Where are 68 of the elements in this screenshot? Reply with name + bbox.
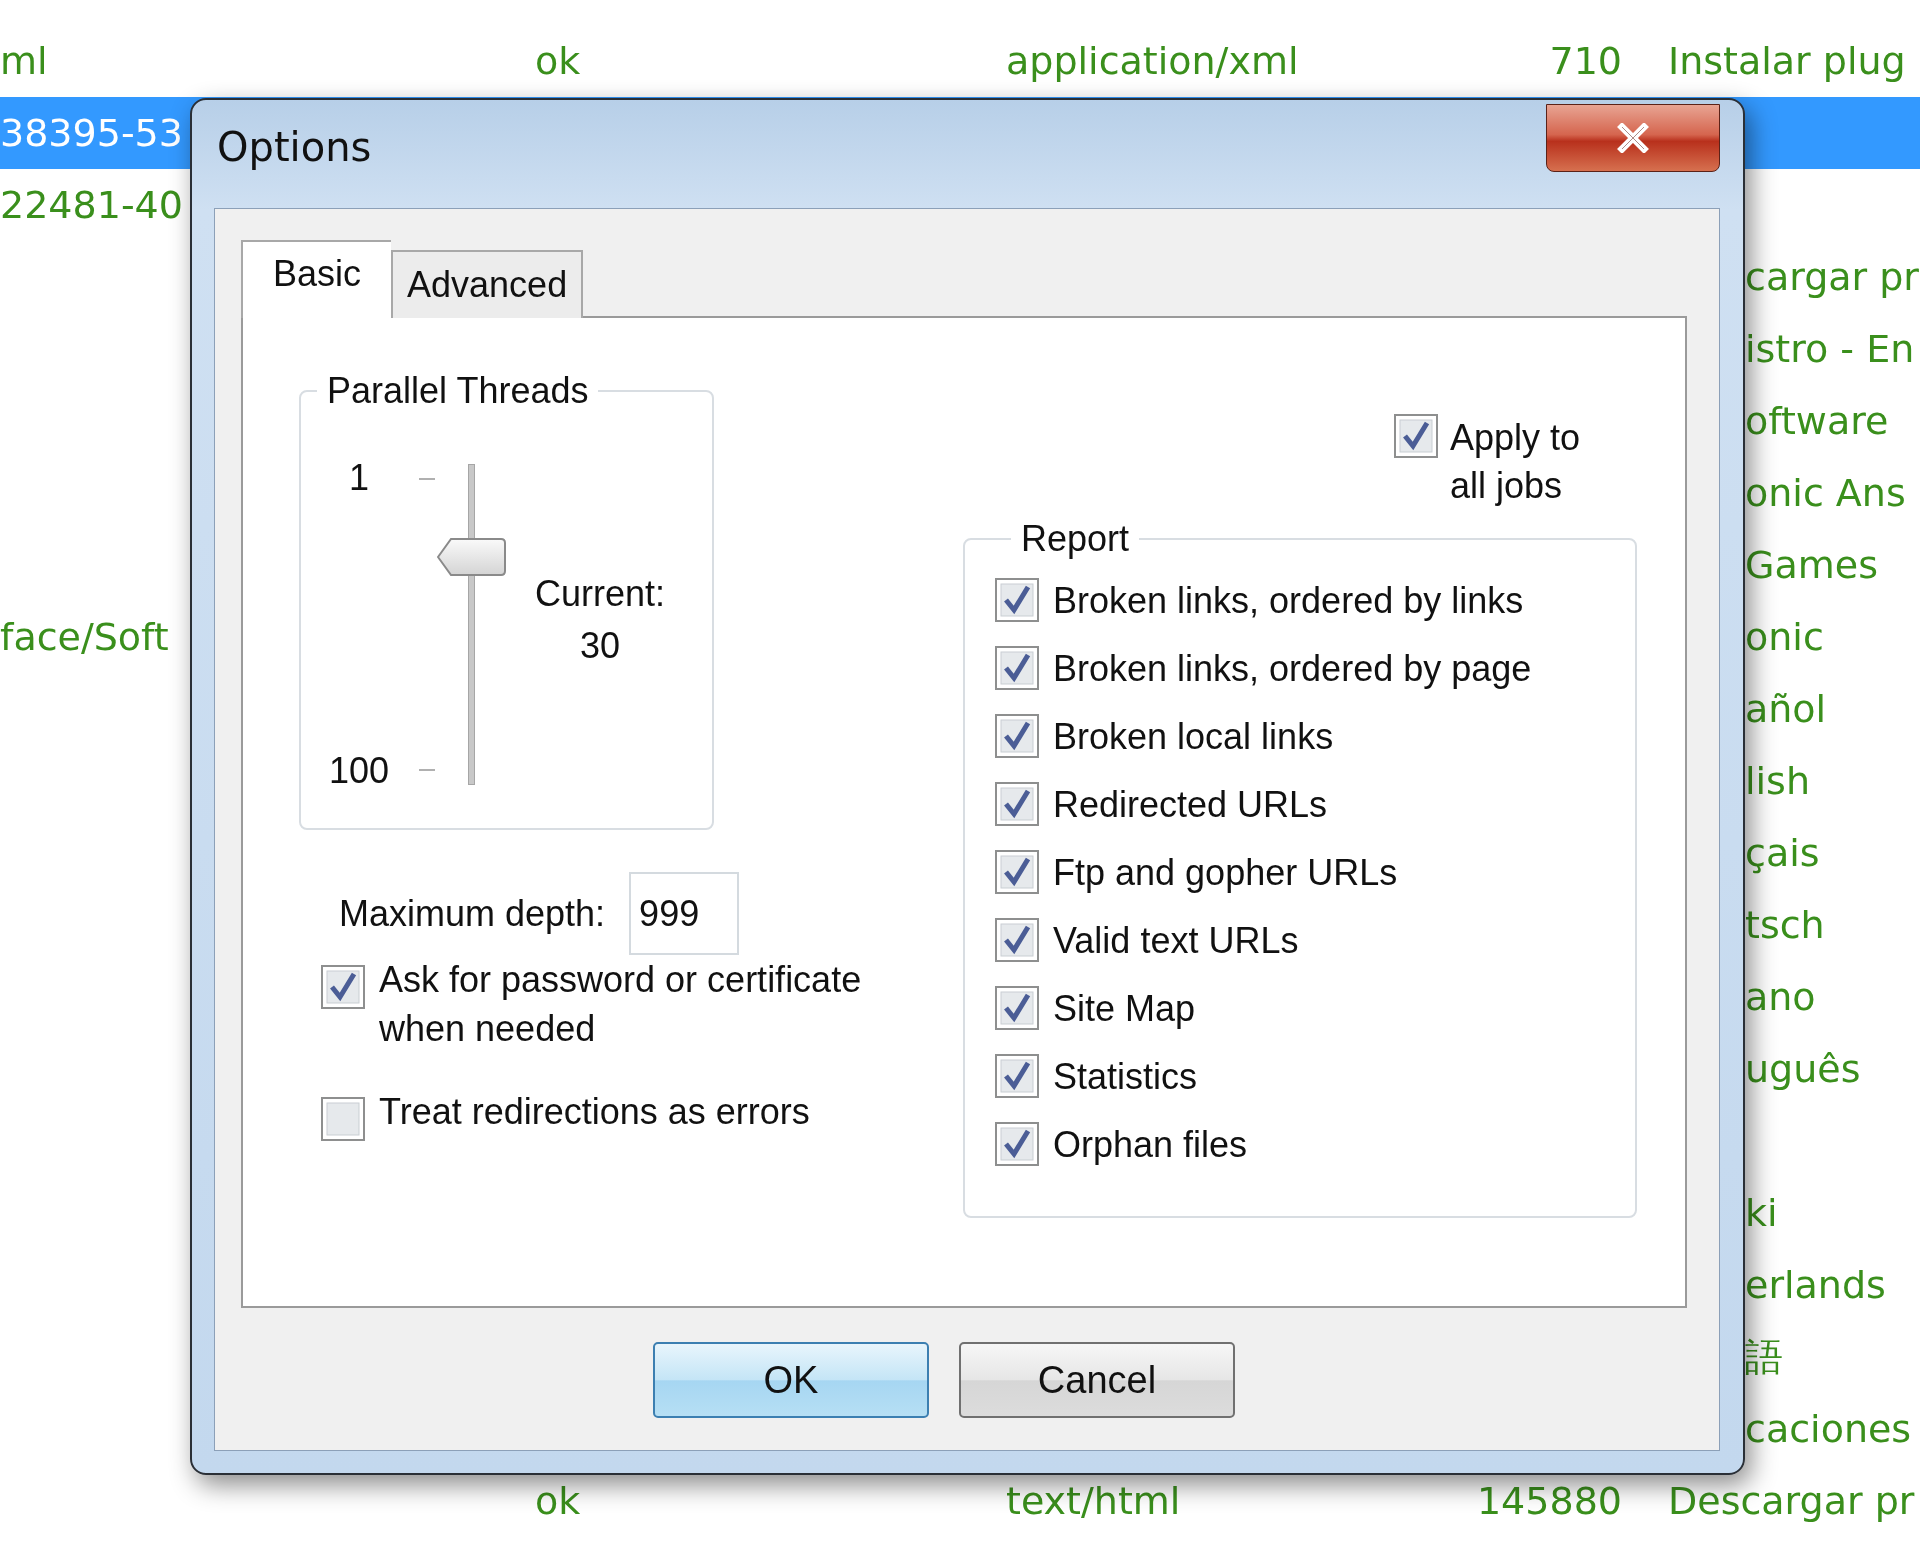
checkbox-label[interactable]: Redirected URLs	[1053, 779, 1328, 829]
checkbox-label[interactable]: Valid text URLs	[1053, 915, 1299, 965]
checkbox[interactable]	[995, 918, 1039, 962]
checkbox-label[interactable]: Orphan files	[1053, 1119, 1248, 1169]
table-cell: ok	[535, 1479, 581, 1523]
checkbox-label[interactable]: Ftp and gopher URLs	[1053, 847, 1398, 897]
checkbox[interactable]	[321, 965, 365, 1009]
window-title: Options	[216, 124, 372, 170]
checkbox-label[interactable]: Broken links, ordered by page	[1053, 643, 1532, 693]
table-cell: oftware	[1745, 399, 1889, 443]
checkbox[interactable]	[1394, 414, 1438, 458]
checkbox[interactable]	[995, 1054, 1039, 1098]
checkbox[interactable]	[995, 578, 1039, 622]
tab[interactable]: Basic	[241, 240, 392, 318]
slider-thumb[interactable]	[437, 537, 507, 578]
checkbox-label[interactable]: Statistics	[1053, 1051, 1198, 1101]
table-cell: erlands	[1745, 1263, 1886, 1307]
group-title: Report	[1020, 518, 1131, 560]
group-title: Parallel Threads	[326, 370, 590, 412]
checkbox[interactable]	[995, 646, 1039, 690]
table-cell: ki	[1745, 1191, 1778, 1235]
table-cell: 145880	[1476, 1479, 1622, 1523]
table-cell: lish	[1745, 759, 1810, 803]
table-cell: caciones	[1745, 1407, 1912, 1451]
table-cell: uguês	[1745, 1047, 1861, 1091]
checkbox[interactable]	[995, 1122, 1039, 1166]
slider-label: 100	[328, 753, 390, 789]
checkbox[interactable]	[995, 714, 1039, 758]
checkbox-label[interactable]: Broken local links	[1053, 711, 1334, 761]
checkbox-label[interactable]: Treat redirections as errors	[379, 1087, 939, 1136]
table-cell: 38395-53	[0, 111, 183, 155]
table-cell: ml	[0, 39, 48, 83]
current-label: Current:	[535, 576, 666, 612]
checkbox[interactable]	[995, 850, 1039, 894]
table-cell: Descargar pr	[1668, 1479, 1915, 1523]
table-cell: cargar pr	[1745, 255, 1919, 299]
close-icon	[1616, 123, 1650, 153]
checkbox[interactable]	[995, 782, 1039, 826]
checkbox-label[interactable]: Site Map	[1053, 983, 1196, 1033]
checkbox-label[interactable]: Broken links, ordered by links	[1053, 575, 1524, 625]
table-cell: çais	[1745, 831, 1820, 875]
table-cell-text: 語	[1745, 1333, 1783, 1381]
table-cell: Games	[1745, 543, 1878, 587]
cancel-button[interactable]: Cancel	[959, 1342, 1235, 1418]
ok-button[interactable]: OK	[653, 1342, 929, 1418]
table-cell: 710	[1549, 39, 1622, 83]
table-cell: tsch	[1745, 903, 1825, 947]
table-cell: ano	[1745, 975, 1816, 1019]
tab[interactable]: Advanced	[391, 250, 584, 318]
table-cell: Instalar plug	[1668, 39, 1906, 83]
table-cell: face/Soft	[0, 615, 169, 659]
table-cell: onic Ans	[1745, 471, 1906, 515]
table-cell: añol	[1745, 687, 1827, 731]
checkbox[interactable]	[321, 1097, 365, 1141]
checkbox-label[interactable]: Ask for password or certificate when needed	[379, 955, 939, 1053]
checkbox-label[interactable]: Apply to all jobs	[1450, 414, 1595, 510]
table-cell: ok	[535, 39, 581, 83]
depth-field[interactable]: 999	[629, 872, 740, 955]
close-button[interactable]	[1546, 104, 1720, 172]
table-cell: onic	[1745, 615, 1824, 659]
checkbox[interactable]	[995, 986, 1039, 1030]
table-cell: text/html	[1006, 1479, 1181, 1523]
slider-label: 1	[349, 460, 369, 496]
table-cell: istro - En	[1745, 327, 1915, 371]
field-label: Maximum depth:	[339, 892, 606, 935]
table-cell: 22481-40	[0, 183, 183, 227]
current-value: 30	[580, 628, 621, 664]
table-cell: application/xml	[1006, 39, 1299, 83]
